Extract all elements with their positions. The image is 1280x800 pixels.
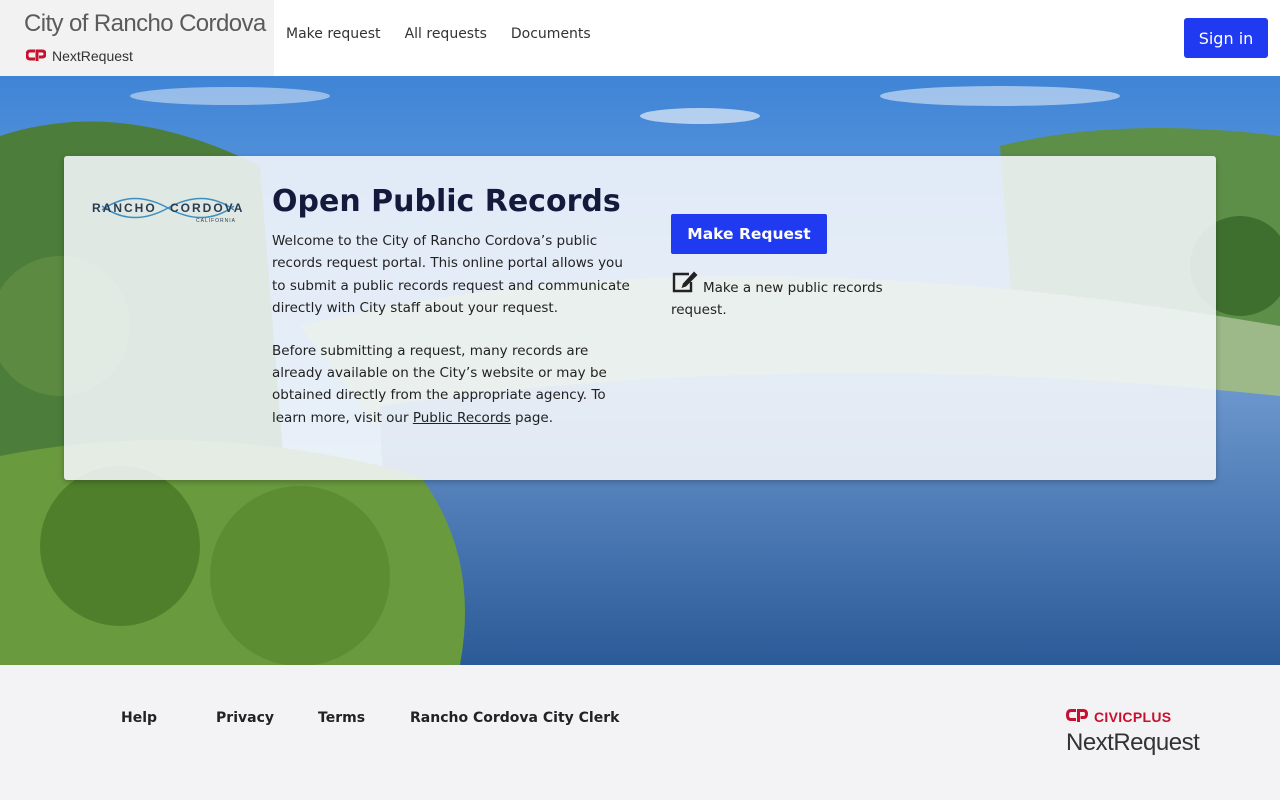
footer-link-help[interactable]: Help xyxy=(121,710,157,726)
nav-documents[interactable]: Documents xyxy=(511,26,591,42)
footer-link-privacy[interactable]: Privacy xyxy=(216,710,274,726)
page-title: Open Public Records xyxy=(272,184,621,219)
public-records-link[interactable]: Public Records xyxy=(413,410,511,426)
info-paragraph: Before submitting a request, many record… xyxy=(272,340,632,430)
intro-text-block: Welcome to the City of Rancho Cordova’s … xyxy=(272,230,632,429)
nav-make-request[interactable]: Make request xyxy=(286,26,381,42)
site-header: City of Rancho Cordova NextRequest Make … xyxy=(0,0,1280,76)
site-title[interactable]: City of Rancho Cordova xyxy=(24,10,266,38)
footer-links: Help Privacy Terms Rancho Cordova City C… xyxy=(121,710,619,726)
intro-paragraph: Welcome to the City of Rancho Cordova’s … xyxy=(272,233,630,317)
footer-link-city-clerk[interactable]: Rancho Cordova City Clerk xyxy=(410,710,619,726)
make-request-desc-text: Make a new public records request. xyxy=(671,280,883,318)
footer-link-terms[interactable]: Terms xyxy=(318,710,365,726)
civicplus-text: CIVICPLUS xyxy=(1094,708,1172,725)
info-after: page. xyxy=(510,409,554,426)
hero-section: RANCHO CORDOVA CALIFORNIA Open Public Re… xyxy=(0,76,1280,665)
civicplus-logo-icon xyxy=(1065,707,1089,726)
records-card: RANCHO CORDOVA CALIFORNIA Open Public Re… xyxy=(64,156,1216,480)
sign-in-button[interactable]: Sign in xyxy=(1184,18,1268,58)
logo-text-left: RANCHO xyxy=(92,201,157,215)
logo-text-sub: CALIFORNIA xyxy=(196,218,236,224)
product-name: NextRequest xyxy=(52,48,133,64)
main-nav: Make request All requests Documents xyxy=(286,26,591,42)
product-brand: NextRequest xyxy=(25,48,133,64)
brand-block[interactable]: City of Rancho Cordova NextRequest xyxy=(0,0,274,76)
edit-icon xyxy=(671,270,699,294)
make-request-button[interactable]: Make Request xyxy=(671,214,827,254)
logo-text-right: CORDOVA xyxy=(170,201,244,215)
civicplus-brand[interactable]: CIVICPLUS xyxy=(1065,707,1172,726)
site-footer: Help Privacy Terms Rancho Cordova City C… xyxy=(0,665,1280,800)
make-request-description: Make a new public records request. xyxy=(671,270,911,321)
rancho-cordova-logo: RANCHO CORDOVA CALIFORNIA xyxy=(92,184,244,232)
cp-logo-icon xyxy=(25,48,47,64)
nav-all-requests[interactable]: All requests xyxy=(405,26,487,42)
footer-nextrequest-text: NextRequest xyxy=(1066,729,1200,756)
